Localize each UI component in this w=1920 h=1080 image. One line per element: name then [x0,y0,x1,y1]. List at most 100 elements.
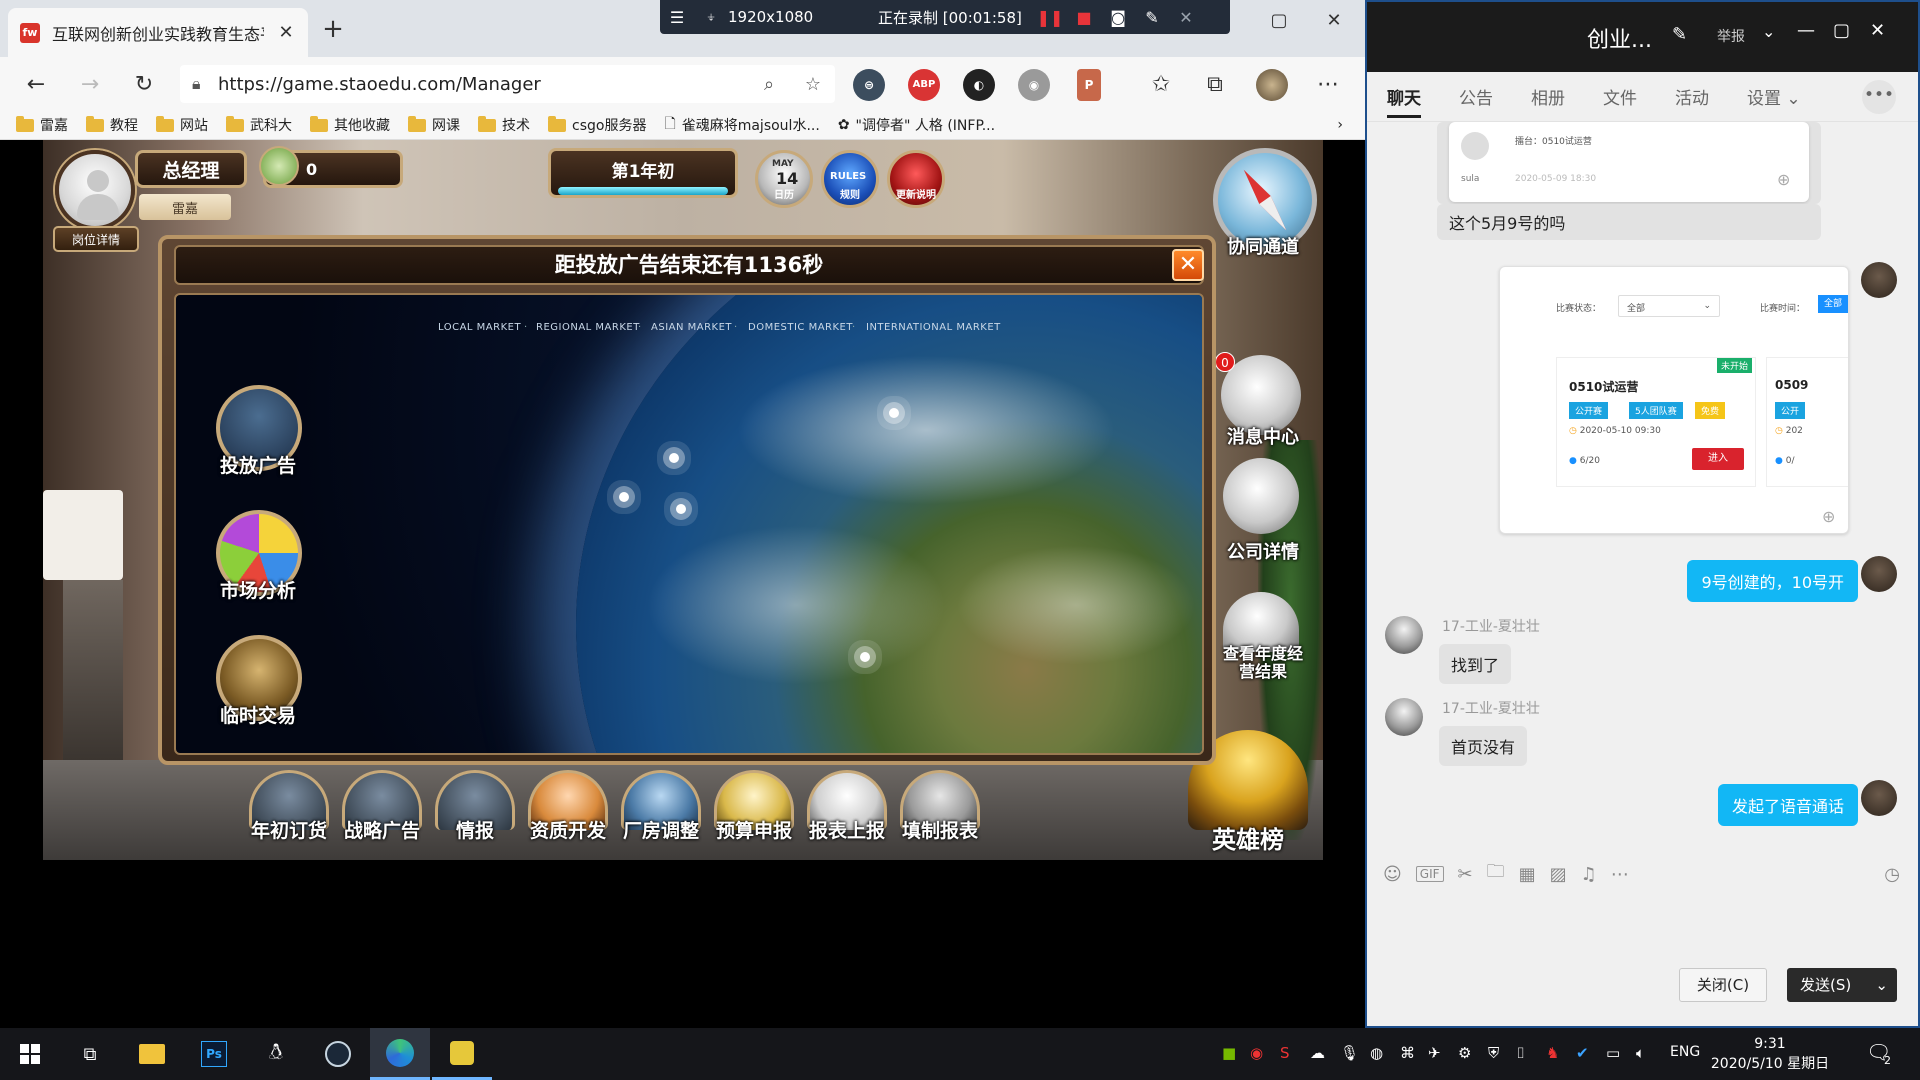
status-filter-select[interactable]: 全部 ⌄ [1618,295,1720,317]
settings-gear-icon[interactable]: ⚙ [1458,1044,1471,1062]
market-marker[interactable] [669,453,679,463]
coop-channel-label[interactable]: 协同通道 [1208,233,1318,259]
strategic-ad-button[interactable]: 战略广告 [336,770,428,860]
start-button[interactable] [0,1028,60,1080]
network-share-icon[interactable]: ⌘ [1400,1044,1415,1062]
browser-tab[interactable]: fw 互联网创新创业实践教育生态平... ✕ [8,8,308,57]
tab-settings[interactable]: 设置 ⌄ [1747,84,1801,109]
record-icon[interactable]: ◉ [1250,1044,1263,1062]
back-button[interactable]: ← [18,67,54,103]
maximize-icon[interactable]: ▢ [1833,20,1850,41]
menu-icon[interactable]: ☰ [660,8,694,27]
image-icon[interactable]: ▨ [1550,864,1567,885]
time-filter-all[interactable]: 全部 [1818,295,1848,313]
file-explorer-icon[interactable] [122,1028,182,1080]
enter-button[interactable]: 进入 [1692,448,1744,470]
shared-screenshot[interactable]: 比赛状态： 全部 ⌄ 比赛时间： 全部 未开始 0510试运营 公开赛 5人团队赛… [1499,266,1849,534]
market-tab-regional[interactable]: REGIONAL MARKET [536,322,640,333]
tab-activity[interactable]: 活动 [1675,84,1709,109]
factory-adjust-button[interactable]: 厂房调整 [615,770,707,860]
profile-avatar[interactable] [1256,69,1288,101]
zoom-in-icon[interactable]: ⊕ [1822,507,1835,526]
tab-chat[interactable]: 聊天 [1387,84,1421,118]
emoji-icon[interactable]: ☺ [1383,864,1402,885]
collections-icon[interactable]: ⧉ [1197,67,1233,103]
fill-report-button[interactable]: 填制报表 [894,770,986,860]
voice-call-bubble[interactable]: 发起了语音通话 [1717,784,1858,826]
close-tab-icon[interactable]: ✕ [276,22,296,43]
chevron-down-icon[interactable]: ⌄ [1875,969,1888,1001]
my-avatar[interactable] [1861,262,1897,298]
market-tab-international[interactable]: INTERNATIONAL MARKET [866,322,1001,333]
bookmarks-overflow-icon[interactable]: › [1337,117,1343,133]
calendar-button[interactable]: MAY 14 日历 [755,150,813,208]
more-options-icon[interactable]: ••• [1862,80,1896,114]
bookmark-folder[interactable]: 技术 [478,115,530,135]
input-language[interactable]: ENG [1670,1044,1700,1060]
bookmark-folder[interactable]: 网课 [408,115,460,135]
wifi-off-icon[interactable]: ✈ [1428,1044,1441,1062]
adblock-extension-icon[interactable]: ABP [908,69,940,101]
camera-icon[interactable]: ◙ [1101,8,1135,27]
market-marker[interactable] [619,492,629,502]
volume-icon[interactable]: 🔈︎ [1636,1044,1645,1062]
annual-order-button[interactable]: 年初订货 [243,770,335,860]
steam-tray-icon[interactable]: ◍ [1370,1044,1383,1062]
report-button[interactable]: 举报 [1717,26,1745,46]
pause-icon[interactable]: ❚❚ [1033,8,1067,27]
bookmark-folder[interactable]: 雷嘉 [16,115,68,135]
tray-s-icon[interactable]: S [1280,1044,1290,1062]
bookmark-folder[interactable]: csgo服务器 [548,115,646,135]
minimize-icon[interactable]: — [1797,20,1815,41]
check-badge-icon[interactable]: ✔ [1576,1044,1589,1062]
microphone-icon[interactable]: 🎙︎ [1340,1044,1359,1062]
budget-request-button[interactable]: 预算申报 [708,770,800,860]
close-button[interactable]: 关闭(C) [1679,968,1767,1002]
bookmark-folder[interactable]: 武科大 [226,115,292,135]
usb-icon[interactable]: ⌷ [1516,1044,1525,1062]
close-icon[interactable]: ✕ [1870,20,1885,41]
folder-icon[interactable]: 🗀︎ [1487,859,1505,889]
qualification-button[interactable]: 资质开发 [522,770,614,860]
send-button[interactable]: 发送(S) ⌄ [1787,968,1897,1002]
zoom-in-icon[interactable]: ⊕ [1777,170,1790,189]
favorite-star-icon[interactable]: ☆ [791,74,835,95]
message-center-label[interactable]: 消息中心 [1208,423,1318,449]
place-ad-button[interactable]: 投放广告 [208,385,308,495]
task-view-icon[interactable]: ⧉ [60,1028,120,1080]
app-icon[interactable] [432,1028,492,1080]
new-tab-button[interactable]: + [318,14,348,44]
my-avatar[interactable] [1861,556,1897,592]
temporary-trade-button[interactable]: 临时交易 [208,635,308,745]
bell-icon[interactable]: ♫ [1581,864,1597,885]
market-analysis-button[interactable]: 市场分析 [208,510,308,620]
bookmark-folder[interactable]: 网站 [156,115,208,135]
my-avatar[interactable] [1861,780,1897,816]
tab-files[interactable]: 文件 [1603,84,1637,109]
market-tab-domestic[interactable]: DOMESTIC MARKET [748,322,853,333]
match-card-partial[interactable]: 0509 公开 ◷ 202 ● 0/ [1766,357,1848,487]
clock[interactable]: 9:31 2020/5/10 星期日 [1710,1034,1830,1074]
steam-icon[interactable] [308,1028,368,1080]
zoom-icon[interactable]: ⌕ [747,74,791,95]
refresh-button[interactable]: ↻ [126,67,162,103]
chevron-down-icon[interactable]: ⌄ [1762,22,1775,41]
shared-card-bubble[interactable]: 擂台：0510试运营 sula 2020-05-09 18:30 ⊕ [1437,122,1821,204]
match-card[interactable]: 未开始 0510试运营 公开赛 5人团队赛 免费 ◷ 2020-05-10 09… [1556,357,1756,487]
market-marker[interactable] [889,408,899,418]
bookmark-folder[interactable]: 教程 [86,115,138,135]
market-marker[interactable] [860,652,870,662]
company-details-label[interactable]: 公司详情 [1208,538,1318,564]
market-marker[interactable] [676,504,686,514]
close-panel-button[interactable]: ✕ [1172,249,1204,281]
job-details-button[interactable]: 岗位详情 [53,226,139,252]
update-notes-button[interactable]: 更新说明 [887,150,945,208]
extension-icon[interactable]: ⊜ [853,69,885,101]
player-avatar[interactable] [55,150,135,230]
address-bar[interactable]: 🔒︎ https://game.staoedu.com/Manager ⌕ ☆ [180,65,835,103]
close-recorder-icon[interactable]: ✕ [1169,8,1203,27]
history-clock-icon[interactable]: ◷ [1884,864,1900,885]
intelligence-button[interactable]: 情报 [429,770,521,860]
favorites-icon[interactable]: ✩ [1143,67,1179,103]
extension-mask-icon[interactable]: ◐ [963,69,995,101]
